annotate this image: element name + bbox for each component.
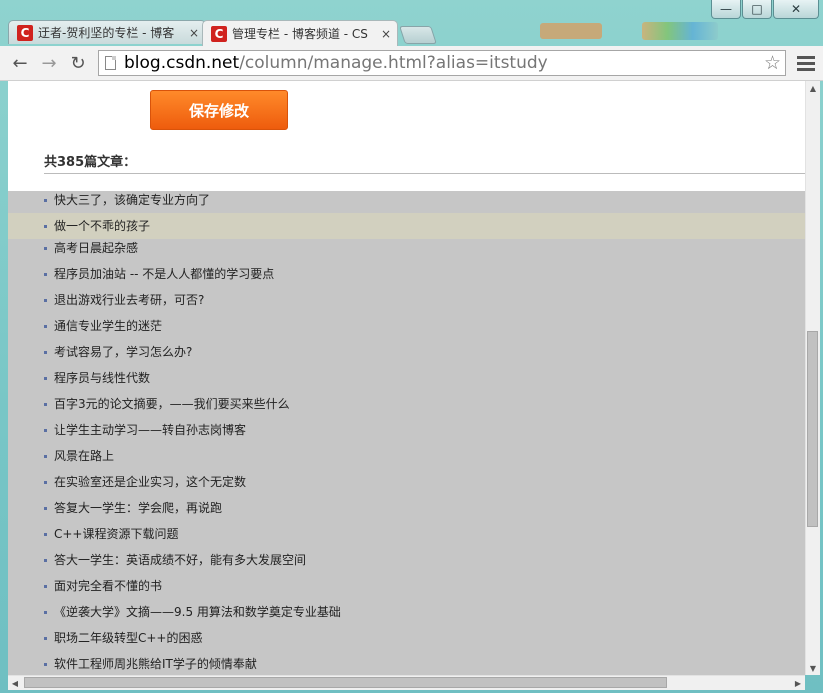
article-list-item[interactable]: C++课程资源下载问题	[8, 525, 805, 551]
save-changes-button[interactable]: 保存修改	[150, 90, 288, 130]
article-list: 快大三了，该确定专业方向了 做一个不乖的孩子 高考日晨起杂感 程序员加油站 -- 不是…	[8, 191, 805, 675]
menu-icon[interactable]	[795, 53, 817, 73]
scroll-right-icon[interactable]: ▶	[791, 676, 805, 690]
bookmark-star-icon[interactable]: ☆	[764, 52, 781, 74]
tab-title: 迂者-贺利坚的专栏 - 博客	[38, 26, 175, 40]
article-list-item[interactable]: 风景在路上	[8, 447, 805, 473]
article-list-item[interactable]: 退出游戏行业去考研，可否?	[8, 291, 805, 317]
tab-strip: C 迂者-贺利坚的专栏 - 博客 × C 管理专栏 - 博客频道 - CS ×	[8, 20, 437, 46]
minimize-button[interactable]: —	[711, 0, 741, 19]
article-list-item[interactable]: 软件工程师周兆熊给IT学子的倾情奉献	[8, 655, 805, 675]
article-list-item[interactable]: 在实验室还是企业实习，这个无定数	[8, 473, 805, 499]
article-list-item[interactable]: 面对完全看不懂的书	[8, 577, 805, 603]
close-window-button[interactable]: ✕	[773, 0, 819, 19]
article-list-item[interactable]: 职场二年级转型C++的困惑	[8, 629, 805, 655]
scroll-down-icon[interactable]: ▼	[806, 661, 820, 675]
article-list-item[interactable]: 通信专业学生的迷茫	[8, 317, 805, 343]
csdn-favicon-icon: C	[17, 24, 33, 41]
close-tab-icon[interactable]: ×	[189, 26, 199, 40]
new-tab-button[interactable]	[399, 26, 437, 44]
vertical-scroll-thumb[interactable]	[807, 331, 818, 527]
close-tab-icon[interactable]: ×	[381, 27, 391, 41]
scroll-left-icon[interactable]: ◀	[8, 676, 22, 690]
back-button[interactable]: ←	[8, 52, 32, 74]
window-controls: — □ ✕	[710, 0, 819, 19]
divider	[44, 173, 805, 174]
forward-button[interactable]: →	[37, 52, 61, 74]
url-host: blog.csdn.net	[124, 53, 240, 73]
taskbar-blur	[540, 23, 602, 39]
url-text[interactable]: blog.csdn.net/column/manage.html?alias=i…	[124, 53, 548, 73]
article-list-item[interactable]: 答复大一学生：学会爬，再说跑	[8, 499, 805, 525]
reload-button[interactable]: ↻	[66, 52, 90, 74]
page-icon	[105, 56, 116, 70]
scroll-up-icon[interactable]: ▲	[806, 81, 820, 95]
article-list-item[interactable]: 快大三了，该确定专业方向了	[8, 191, 805, 213]
browser-window: — □ ✕ C 迂者-贺利坚的专栏 - 博客 × C 管理专栏 - 博客频道 -…	[0, 0, 823, 693]
article-list-item[interactable]: 让学生主动学习——转自孙志岗博客	[8, 421, 805, 447]
article-list-item[interactable]: 百字3元的论文摘要，——我们要买来些什么	[8, 395, 805, 421]
article-list-item[interactable]: 做一个不乖的孩子	[8, 213, 805, 239]
tab-manage-column[interactable]: C 管理专栏 - 博客频道 - CS ×	[202, 20, 398, 46]
article-list-item[interactable]: 答大一学生：英语成绩不好，能有多大发展空间	[8, 551, 805, 577]
tab-title: 管理专栏 - 博客频道 - CS	[232, 27, 368, 41]
url-path: /column/manage.html?alias=itstudy	[239, 53, 548, 73]
browser-toolbar: ← → ↻ blog.csdn.net/column/manage.html?a…	[0, 46, 823, 81]
article-list-item[interactable]: 高考日晨起杂感	[8, 239, 805, 265]
article-list-item[interactable]: 程序员加油站 -- 不是人人都懂的学习要点	[8, 265, 805, 291]
article-list-item[interactable]: 程序员与线性代数	[8, 369, 805, 395]
taskbar-blur	[642, 22, 718, 40]
csdn-favicon-icon: C	[211, 25, 227, 42]
maximize-button[interactable]: □	[742, 0, 772, 19]
article-count: 共385篇文章：	[44, 155, 137, 170]
article-list-item[interactable]: 《逆袭大学》文摘——9.5 用算法和数学奠定专业基础	[8, 603, 805, 629]
horizontal-scrollbar[interactable]: ◀ ▶	[8, 675, 805, 690]
article-list-item[interactable]: 考试容易了，学习怎么办?	[8, 343, 805, 369]
horizontal-scroll-thumb[interactable]	[24, 677, 667, 688]
vertical-scrollbar[interactable]: ▲ ▼	[805, 81, 820, 675]
address-bar[interactable]: blog.csdn.net/column/manage.html?alias=i…	[98, 50, 786, 76]
page-content: 保存修改 共385篇文章： 快大三了，该确定专业方向了 做一个不乖的孩子 高考日晨起…	[8, 81, 805, 675]
tab-blog[interactable]: C 迂者-贺利坚的专栏 - 博客 ×	[8, 20, 206, 44]
